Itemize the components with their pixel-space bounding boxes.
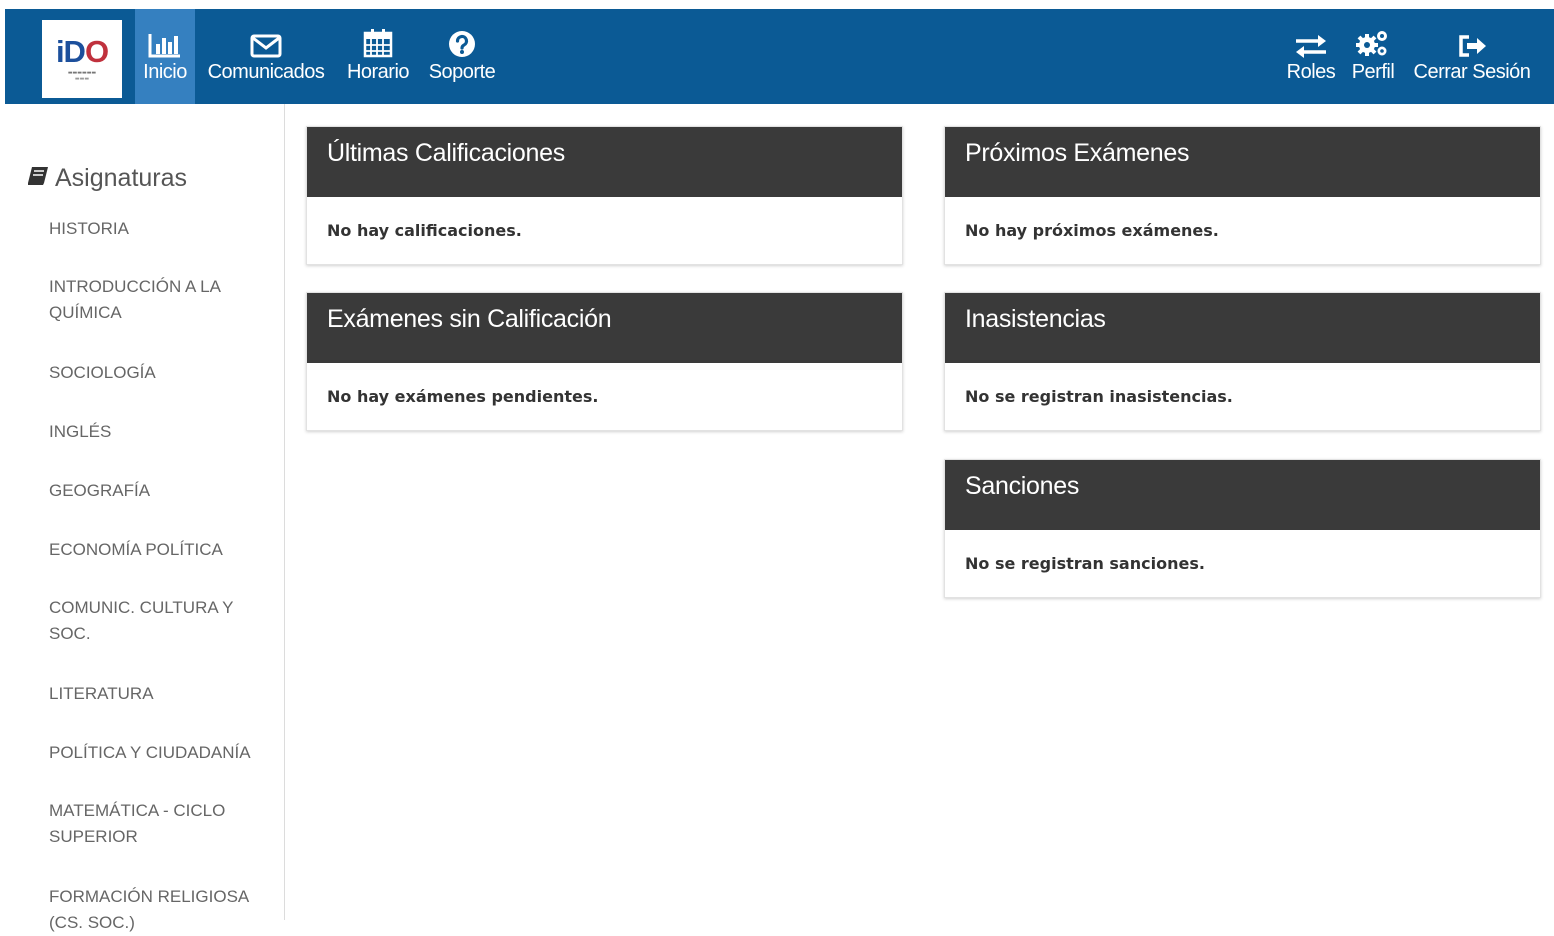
subject-item[interactable]: POLÍTICA Y CIUDADANÍA <box>49 740 279 766</box>
subject-item[interactable]: LITERATURA <box>49 681 274 707</box>
panel-title: Inasistencias <box>945 293 1540 363</box>
subject-item[interactable]: SOCIOLOGÍA <box>49 360 274 386</box>
panel-proximos-examenes: Próximos Exámenes No hay próximos exámen… <box>944 126 1541 265</box>
panel-title: Próximos Exámenes <box>945 127 1540 197</box>
top-navbar: iDO ▬▬▬▬▬▬ ▬▬▬ Inicio Comunicados Horari… <box>5 9 1554 104</box>
subject-item[interactable]: INTRODUCCIÓN A LA QUÍMICA <box>49 274 249 326</box>
cogs-icon <box>1355 30 1391 58</box>
panel-sanciones: Sanciones No se registran sanciones. <box>944 459 1541 598</box>
nav-inicio-label: Inicio <box>143 61 187 83</box>
panel-ultimas-calificaciones: Últimas Calificaciones No hay calificaci… <box>306 126 903 265</box>
panel-title: Sanciones <box>945 460 1540 530</box>
subject-item[interactable]: MATEMÁTICA - CICLO SUPERIOR <box>49 798 259 850</box>
panel-message: No hay calificaciones. <box>327 221 522 240</box>
nav-horario-label: Horario <box>346 61 410 83</box>
sign-out-icon <box>1457 30 1487 58</box>
subject-item[interactable]: HISTORIA <box>49 216 274 242</box>
calendar-icon <box>363 29 393 58</box>
panel-examenes-sin-calificacion: Exámenes sin Calificación No hay exámene… <box>306 292 903 431</box>
envelope-icon <box>250 30 282 58</box>
nav-roles-label: Roles <box>1286 61 1336 83</box>
panel-message: No se registran sanciones. <box>965 554 1205 573</box>
subject-item[interactable]: INGLÉS <box>49 419 274 445</box>
subject-item[interactable]: FORMACIÓN RELIGIOSA (CS. SOC.) <box>49 884 274 936</box>
exchange-icon <box>1294 30 1328 58</box>
nav-cerrar-sesion-label: Cerrar Sesión <box>1413 61 1531 83</box>
panel-inasistencias: Inasistencias No se registran inasistenc… <box>944 292 1541 431</box>
nav-comunicados-label: Comunicados <box>207 61 325 83</box>
subject-item[interactable]: ECONOMÍA POLÍTICA <box>49 537 274 563</box>
nav-perfil-label: Perfil <box>1351 61 1395 83</box>
nav-soporte[interactable]: Soporte <box>422 9 502 104</box>
subjects-sidebar: Asignaturas HISTORIA INTRODUCCIÓN A LA Q… <box>5 104 285 932</box>
subject-item[interactable]: GEOGRAFÍA <box>49 478 274 504</box>
nav-soporte-label: Soporte <box>428 61 496 83</box>
school-logo[interactable]: iDO ▬▬▬▬▬▬ ▬▬▬ <box>42 20 122 98</box>
book-icon <box>27 164 49 193</box>
nav-comunicados[interactable]: Comunicados <box>201 9 331 104</box>
panel-message: No hay exámenes pendientes. <box>327 387 599 406</box>
subject-item[interactable]: COMUNIC. CULTURA Y SOC. <box>49 595 259 647</box>
panel-message: No hay próximos exámenes. <box>965 221 1219 240</box>
nav-perfil[interactable]: Perfil <box>1347 9 1399 104</box>
nav-cerrar-sesion[interactable]: Cerrar Sesión <box>1407 9 1537 104</box>
question-circle-icon <box>448 30 476 58</box>
panel-message: No se registran inasistencias. <box>965 387 1233 406</box>
nav-roles[interactable]: Roles <box>1283 9 1339 104</box>
sidebar-title-label: Asignaturas <box>55 164 188 192</box>
panel-title: Exámenes sin Calificación <box>307 293 902 363</box>
sidebar-title: Asignaturas <box>27 164 187 193</box>
nav-inicio[interactable]: Inicio <box>135 9 195 104</box>
bar-chart-icon <box>148 30 182 58</box>
nav-horario[interactable]: Horario <box>342 9 414 104</box>
panel-title: Últimas Calificaciones <box>307 127 902 197</box>
